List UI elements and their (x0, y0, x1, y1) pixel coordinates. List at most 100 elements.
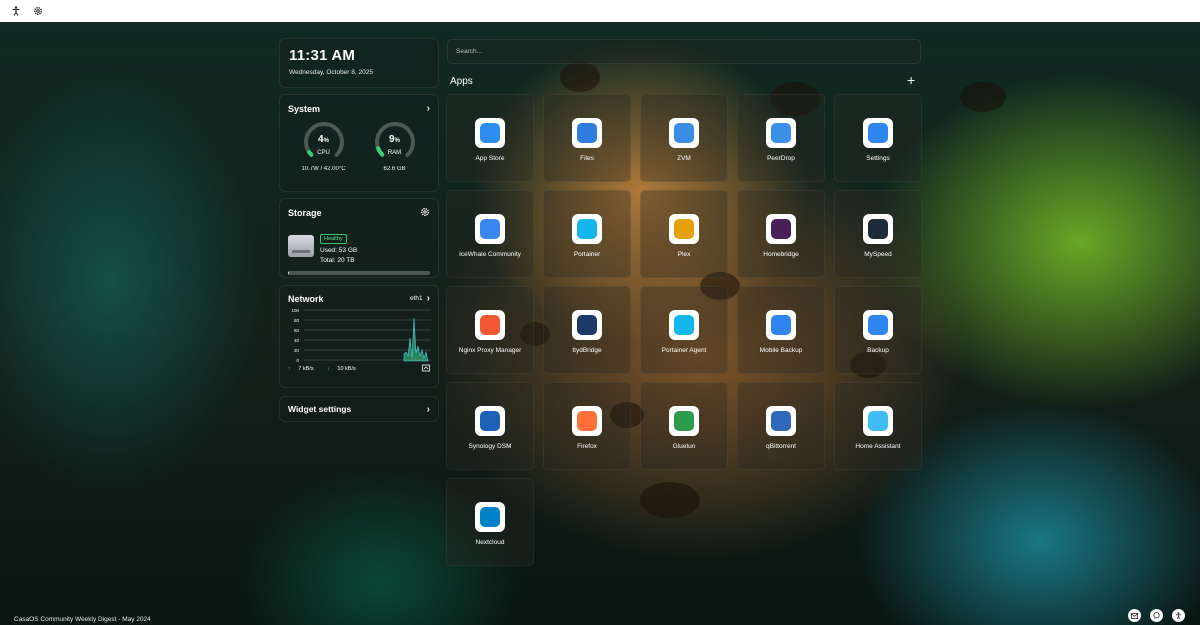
home-assistant-icon (863, 406, 893, 436)
app-tile-label: Home Assistant (855, 443, 901, 450)
app-tile-label: Firefox (577, 443, 597, 450)
storage-total: Total: 20 TB (320, 257, 355, 264)
gear-icon[interactable] (420, 207, 430, 219)
widget-settings-label: Widget settings (288, 404, 352, 414)
app-tile[interactable]: App Store (446, 94, 534, 182)
chart-y-tick: 40 (294, 338, 300, 343)
app-tile-label: qBittorrent (766, 443, 796, 450)
terminal-icon (572, 310, 602, 340)
app-tile-label: Files (580, 155, 594, 162)
apps-title: Apps (450, 76, 473, 87)
chart-y-tick: 100 (291, 308, 299, 313)
system-title: System (288, 103, 321, 114)
app-tile[interactable]: Nextcloud (446, 478, 534, 566)
app-tile[interactable]: Plex (640, 190, 728, 278)
storage-status-badge: Healthy (320, 234, 347, 244)
app-tile-label: Homebridge (763, 251, 799, 258)
system-widget: System › 4% CPU 10.7W / 42.00°C 9% RAM 6… (279, 94, 439, 192)
expand-chart-icon[interactable] (422, 364, 430, 374)
app-tile-label: Backup (867, 347, 889, 354)
chevron-right-icon[interactable]: › (427, 103, 430, 114)
storage-title: Storage (288, 208, 322, 218)
app-tile[interactable]: Nginx Proxy Manager (446, 286, 534, 374)
app-tile[interactable]: Gluetun (640, 382, 728, 470)
synology-dsm-icon (475, 406, 505, 436)
app-tile[interactable]: ttydBridge (543, 286, 631, 374)
mail-icon[interactable] (1128, 609, 1141, 622)
myspeed-gauge-icon (863, 214, 893, 244)
app-tile-label: Mobile Backup (759, 347, 803, 354)
clock-date: Wednesday, October 8, 2025 (289, 69, 373, 76)
person-icon[interactable] (1172, 609, 1185, 622)
chart-y-tick: 0 (296, 358, 299, 362)
gluetun-icon (669, 406, 699, 436)
app-tile[interactable]: Portainer Agent (640, 286, 728, 374)
network-interface[interactable]: eth1 (410, 295, 423, 302)
icewhale-paw-icon (475, 214, 505, 244)
firefox-icon (572, 406, 602, 436)
app-tile-label: MySpeed (864, 251, 892, 258)
app-tile-label: App Store (475, 155, 505, 162)
app-tile[interactable]: Files (543, 94, 631, 182)
app-tile[interactable]: Firefox (543, 382, 631, 470)
cpu-gauge: 4% CPU 10.7W / 42.00°C (294, 120, 354, 172)
app-tile-label: Nginx Proxy Manager (458, 347, 522, 354)
widget-settings-button[interactable]: Widget settings › (279, 396, 439, 422)
zvm-monitor-icon (669, 118, 699, 148)
app-tile-label: Nextcloud (475, 539, 505, 546)
accessibility-icon[interactable] (10, 5, 22, 17)
chevron-right-icon: › (426, 403, 430, 415)
app-tile-label: Gluetun (672, 443, 696, 450)
network-widget: Network eth1 › 100 80 60 40 20 0 ↑ 7 kB/s ↓ 1… (279, 285, 439, 388)
search-input[interactable] (447, 39, 921, 64)
app-tile[interactable]: Home Assistant (834, 382, 922, 470)
network-traffic-area (403, 317, 429, 362)
app-store-icon (475, 118, 505, 148)
app-tile-label: Portainer (573, 251, 601, 258)
app-tile-label: ttydBridge (572, 347, 602, 354)
upload-rate: ↑ 7 kB/s (288, 366, 314, 372)
app-tile[interactable]: IceWhale Community (446, 190, 534, 278)
add-app-button[interactable]: + (907, 73, 915, 87)
ram-label: RAM (387, 150, 402, 156)
storage-widget: Storage Healthy Used: 53 GB Total: 20 TB (279, 198, 439, 278)
app-tile[interactable]: Mobile Backup (737, 286, 825, 374)
network-title: Network (288, 293, 324, 304)
app-tile-label: Settings (866, 155, 890, 162)
app-tile-label: PeerDrop (767, 155, 795, 162)
portainer-crane-icon (572, 214, 602, 244)
app-tile[interactable]: Backup (834, 286, 922, 374)
nextcloud-icon (475, 502, 505, 532)
app-tile[interactable]: PeerDrop (737, 94, 825, 182)
app-tile[interactable]: Portainer (543, 190, 631, 278)
peerdrop-icon (766, 118, 796, 148)
chevron-right-icon[interactable]: › (427, 293, 430, 304)
app-tile[interactable]: ZVM (640, 94, 728, 182)
chart-y-tick: 80 (294, 318, 300, 323)
app-tile[interactable]: MySpeed (834, 190, 922, 278)
storage-used: Used: 53 GB (320, 247, 358, 254)
chat-icon[interactable] (1150, 609, 1163, 622)
arrow-up-icon: ↑ (288, 366, 291, 372)
qbittorrent-icon (766, 406, 796, 436)
top-bar (0, 0, 1200, 22)
app-tile-label: Synology DSM (468, 443, 512, 450)
app-tile[interactable]: Homebridge (737, 190, 825, 278)
settings-gear-icon[interactable] (32, 5, 44, 17)
clock-widget: 11:31 AM Wednesday, October 8, 2025 (279, 38, 439, 88)
chart-y-tick: 60 (294, 328, 300, 333)
backup-clock-icon (863, 310, 893, 340)
app-tile[interactable]: qBittorrent (737, 382, 825, 470)
files-folder-icon (572, 118, 602, 148)
plex-chevron-icon (669, 214, 699, 244)
app-tile[interactable]: Settings (834, 94, 922, 182)
apps-grid: App Store Files ZVM PeerDrop Settings IceWhal… (446, 94, 922, 566)
chart-y-tick: 20 (294, 348, 300, 353)
app-tile[interactable]: Synology DSM (446, 382, 534, 470)
app-tile-label: Plex (677, 251, 691, 258)
storage-usage-bar (288, 271, 430, 275)
arrow-down-icon: ↓ (327, 366, 330, 372)
clock-time: 11:31 AM (289, 47, 356, 64)
news-footer-link[interactable]: CasaOS Community Weekly Digest - May 202… (14, 616, 151, 623)
settings-chevron-icon (863, 118, 893, 148)
